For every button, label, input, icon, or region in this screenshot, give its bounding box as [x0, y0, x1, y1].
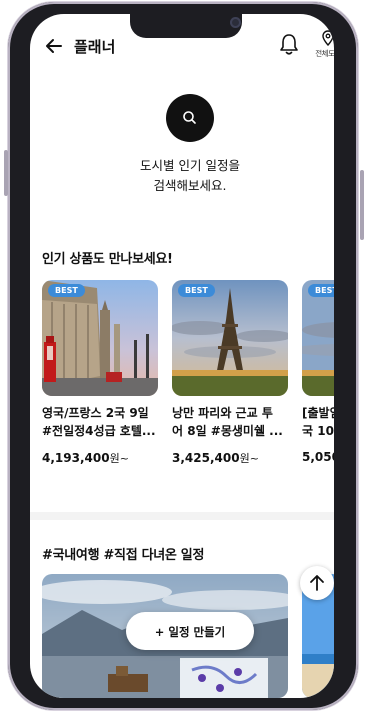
location-label: 전체도시: [315, 49, 334, 58]
product-name-line2: 어 8일 #몽생미쉘 ...: [172, 424, 283, 438]
camera: [230, 17, 241, 28]
products-section-title: 인기 상품도 만나보세요!: [42, 252, 173, 267]
search-icon: [183, 111, 196, 124]
product-image-paris: BEST: [172, 280, 288, 396]
eiffel-photo: [172, 280, 288, 396]
search-button[interactable]: [166, 94, 214, 142]
product-name-line2: #전일정4성급 호텔...: [42, 424, 156, 438]
best-badge: BEST: [48, 284, 85, 297]
section-divider: [30, 512, 334, 520]
best-badge: BEST: [308, 284, 334, 297]
arrow-up-icon: [310, 575, 324, 591]
product-card[interactable]: BEST 낭만 파리와 근교 투 어 8일 #몽생미쉘 ... 3,425,40…: [172, 280, 288, 466]
search-prompt-line1: 도시별 인기 일정을: [140, 158, 240, 173]
price-unit: 원~: [239, 452, 259, 465]
bell-icon[interactable]: [278, 32, 300, 56]
screen: 플래너 전체도시 도시별 인기 일정을 검색해보세요. 인기 상품도 만나보세요…: [30, 14, 334, 698]
product-card[interactable]: BEST 영국/프랑스 2국 9일 #전일정4성급 호텔... 4,193,40…: [42, 280, 158, 466]
product-name-line1: [출발임박: [302, 406, 334, 420]
product-price: 5,050,4: [302, 450, 334, 464]
product-name-line1: 영국/프랑스 2국 9일: [42, 406, 149, 420]
london-photo: [42, 280, 158, 396]
product-image-paris-2: BEST: [302, 280, 334, 396]
product-price: 4,193,400원~: [42, 450, 158, 466]
product-image-london: BEST: [42, 280, 158, 396]
page-title: 플래너: [74, 38, 116, 56]
price-unit: 원~: [109, 452, 129, 465]
volume-button: [4, 150, 8, 196]
back-arrow-icon[interactable]: [44, 36, 64, 56]
price-value: 3,425,400: [172, 451, 240, 465]
notch: [130, 14, 242, 38]
price-value: 4,193,400: [42, 451, 110, 465]
best-badge: BEST: [178, 284, 215, 297]
eiffel-photo-2: [302, 280, 334, 396]
location-selector[interactable]: 전체도시: [308, 30, 334, 59]
make-schedule-button[interactable]: + 일정 만들기: [126, 612, 254, 650]
domestic-section-title: #국내여행 #직접 다녀온 일정: [42, 548, 205, 563]
product-price: 3,425,400원~: [172, 450, 288, 466]
price-value: 5,050,4: [302, 450, 334, 464]
search-prompt: 도시별 인기 일정을 검색해보세요.: [90, 156, 290, 196]
product-name-line1: 낭만 파리와 근교 투: [172, 406, 273, 420]
product-card[interactable]: BEST [출발임박 국 10일 # 5,050,4: [302, 280, 334, 464]
location-pin-icon: [322, 30, 334, 47]
product-name-line2: 국 10일 #: [302, 424, 334, 438]
scroll-top-button[interactable]: [300, 566, 334, 600]
power-button: [360, 170, 364, 240]
search-prompt-line2: 검색해보세요.: [153, 178, 227, 193]
